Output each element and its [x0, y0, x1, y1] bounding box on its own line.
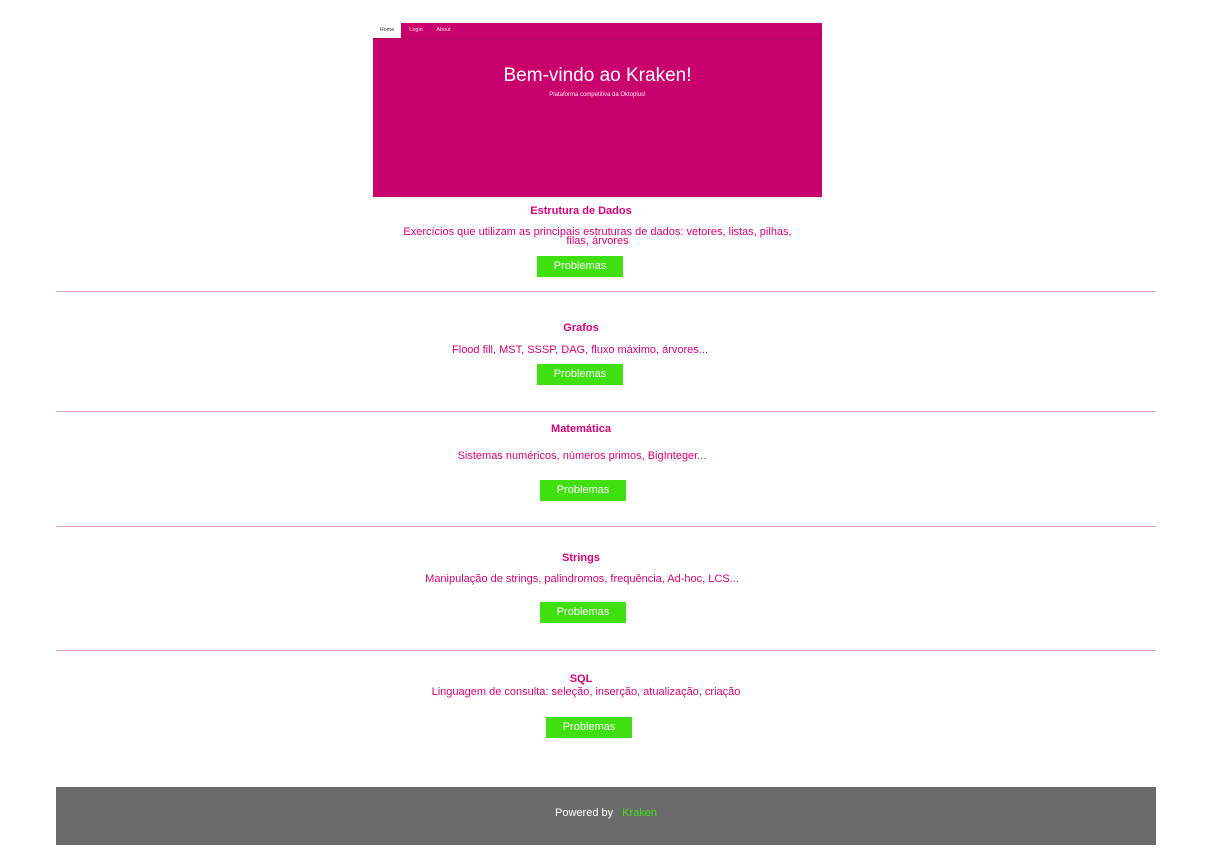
section-divider: [56, 526, 1156, 527]
category-title-math: Matemática: [551, 423, 611, 435]
category-title-data-structures: Estrutura de Dados: [530, 205, 632, 217]
category-description-math: Sistemas numéricos, números primos, BigI…: [457, 450, 707, 462]
hero-banner: Home Login About Bem-vindo ao Kraken! Pl…: [373, 23, 822, 197]
category-title-sql: SQL: [569, 673, 593, 685]
category-description-data-structures: Exercícios que utilizam as principais es…: [373, 227, 822, 247]
category-description-strings: Manipulação de strings, palindromos, fre…: [425, 573, 739, 585]
problems-button-data-structures[interactable]: Problemas: [537, 256, 623, 277]
category-description-line: filas, árvores: [566, 235, 629, 247]
top-nav: Home Login About: [373, 23, 822, 39]
footer: Powered by Kraken: [56, 787, 1156, 845]
footer-brand-link[interactable]: Kraken: [622, 807, 657, 819]
hero-subtitle: Plataforma competitiva da Oktoplus!: [549, 92, 646, 98]
category-title-strings: Strings: [562, 552, 600, 564]
hero-title: Bem-vindo ao Kraken!: [503, 65, 692, 86]
category-description-graphs: Flood fill, MST, SSSP, DAG, fluxo máximo…: [452, 344, 708, 356]
footer-powered-by: Powered by: [555, 807, 614, 819]
nav-home[interactable]: Home: [373, 23, 401, 38]
category-description-sql: Linguagem de consulta: seleção, inserção…: [431, 686, 741, 698]
problems-button-math[interactable]: Problemas: [540, 480, 626, 501]
problems-button-strings[interactable]: Problemas: [540, 602, 626, 623]
problems-button-sql[interactable]: Problemas: [546, 717, 632, 738]
category-title-graphs: Grafos: [563, 322, 599, 334]
nav-about[interactable]: About: [430, 23, 457, 38]
problems-button-graphs[interactable]: Problemas: [537, 364, 623, 385]
nav-login[interactable]: Login: [403, 23, 429, 38]
section-divider: [56, 291, 1156, 292]
section-divider: [56, 650, 1156, 651]
section-divider: [56, 411, 1156, 412]
